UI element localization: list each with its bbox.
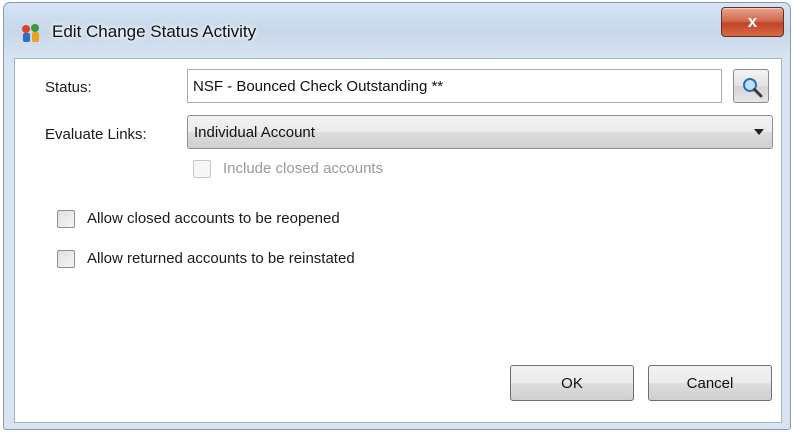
ok-button[interactable]: OK [510,365,634,401]
evaluate-links-value: Individual Account [194,124,315,141]
allow-reinstate-checkbox[interactable] [57,250,75,268]
title-bar: Edit Change Status Activity x [4,3,790,59]
dialog-window: Edit Change Status Activity x Status: Ev… [3,2,791,430]
window-title: Edit Change Status Activity [52,22,257,41]
close-icon: x [747,12,758,31]
chevron-down-icon [754,129,764,135]
status-input[interactable] [187,69,722,103]
search-icon [743,78,763,98]
cancel-button[interactable]: Cancel [648,365,772,401]
status-search-button[interactable] [733,69,769,103]
include-closed-accounts-label: Include closed accounts [223,160,384,177]
close-button[interactable]: x [721,7,784,37]
allow-reinstate-label[interactable]: Allow returned accounts to be reinstated [87,250,355,267]
dialog-content: Status: Evaluate Links: Individual Accou… [14,58,782,423]
evaluate-links-label: Evaluate Links: [45,126,147,143]
include-closed-accounts-checkbox [193,160,211,178]
status-label: Status: [45,79,92,96]
allow-reopen-checkbox[interactable] [57,210,75,228]
allow-reopen-label[interactable]: Allow closed accounts to be reopened [87,210,340,227]
evaluate-links-select[interactable]: Individual Account [187,115,773,149]
app-icon [20,22,42,44]
